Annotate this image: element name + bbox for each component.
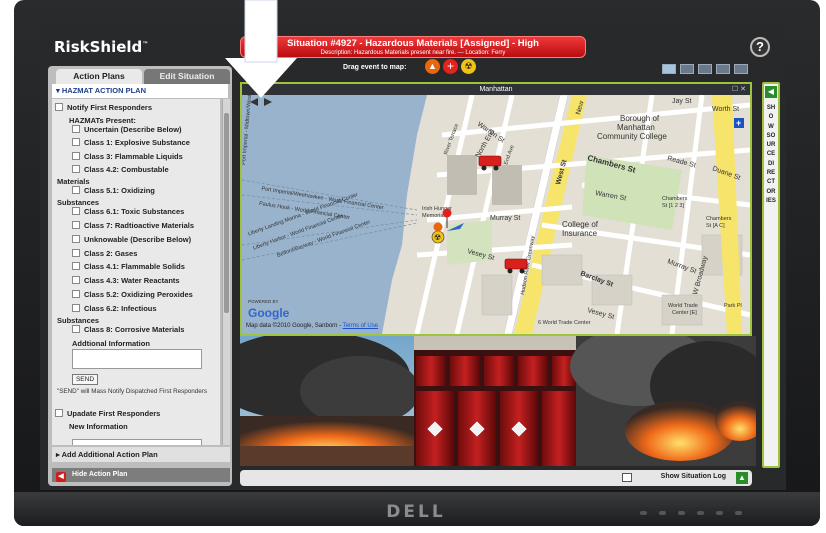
- map-window-controls[interactable]: ☐ ✕: [732, 84, 746, 95]
- wrap-text: Materials: [57, 177, 90, 186]
- medical-cross-icon[interactable]: +: [443, 59, 458, 74]
- layout-5-icon[interactable]: [734, 64, 748, 74]
- drag-event-icons: ▲ + ☢: [425, 59, 476, 74]
- station-label: St [1 2 3]: [662, 203, 684, 209]
- station-label: St [A C]: [706, 223, 725, 229]
- hazmat-item[interactable]: Class 8: Corrosive Materials: [72, 325, 184, 334]
- drag-event-label: Drag event to map:: [343, 64, 407, 71]
- place-label: Community College: [597, 132, 667, 141]
- situation-log-label: Show Situation Log: [660, 473, 726, 480]
- dell-logo: DELL: [386, 502, 446, 522]
- google-logo: Google: [248, 306, 290, 320]
- photo-strip: [240, 336, 756, 466]
- hazmat-item[interactable]: Class 7: Radtioactive Materials: [72, 221, 194, 230]
- checkbox[interactable]: [55, 103, 63, 111]
- app-logo: RiskShield™: [54, 38, 149, 56]
- layout-3-icon[interactable]: [698, 64, 712, 74]
- arrow-left-icon: ◀: [56, 472, 66, 482]
- notify-row[interactable]: Notify First Responders: [55, 103, 152, 112]
- send-button[interactable]: SEND: [72, 374, 98, 385]
- place-label: Borough of: [620, 114, 660, 123]
- powered-by-label: POWERED BY: [248, 299, 279, 304]
- map-window[interactable]: Manhattan ☐ ✕ Port Imperial - Midtown/We…: [240, 82, 752, 336]
- street-label: Jay St: [672, 98, 692, 105]
- monitor-buttons: [640, 511, 742, 515]
- map-title: Manhattan: [242, 84, 750, 95]
- hazmat-item[interactable]: Class 5.2: Oxidizing Peroxides: [72, 290, 193, 299]
- hazmat-item[interactable]: Unknowable (Describe Below): [72, 235, 191, 244]
- station-label: Chambers: [706, 216, 732, 222]
- arrow-left-icon[interactable]: ◀: [765, 86, 777, 98]
- hazmat-item[interactable]: Class 4.3: Water Reactants: [72, 276, 180, 285]
- tab-action-plans[interactable]: Action Plans: [56, 69, 142, 84]
- new-info-label: New Information: [69, 422, 128, 431]
- place-label: Memorial: [422, 213, 445, 219]
- layout-2-icon[interactable]: [680, 64, 694, 74]
- terms-link[interactable]: Terms of Use: [343, 323, 378, 329]
- place-label: Insurance: [562, 229, 598, 238]
- additional-info-input[interactable]: [72, 349, 202, 369]
- street-label: Murray St: [490, 215, 520, 222]
- place-label: World Trade: [668, 303, 698, 309]
- plan-scrollbar[interactable]: [222, 99, 230, 445]
- hazmat-plan-header[interactable]: ▾ HAZMAT ACTION PLAN: [52, 84, 228, 98]
- wrap-text: Substances: [57, 198, 100, 207]
- place-label: 6 World Trade Center: [538, 320, 591, 326]
- scroll-thumb[interactable]: [224, 113, 229, 313]
- hazmat-item[interactable]: Class 4.2: Combustable: [72, 165, 169, 174]
- fire-icon[interactable]: ▲: [425, 59, 440, 74]
- map-data-credit: Map data ©2010 Google, Sanborn - Terms o…: [246, 323, 379, 329]
- hazmat-item[interactable]: Class 6.2: Infectious: [72, 304, 157, 313]
- help-button[interactable]: ?: [750, 37, 770, 57]
- layout-switcher: [662, 64, 748, 74]
- hazmat-item[interactable]: Class 2: Gases: [72, 249, 137, 258]
- arrow-up-icon[interactable]: ▲: [736, 472, 748, 484]
- app-screen: RiskShield™ Situation #4927 - Hazardous …: [40, 24, 786, 490]
- svg-text:☢: ☢: [434, 233, 441, 242]
- hazmat-item[interactable]: Class 5.1: Oxidizing: [72, 186, 155, 195]
- situation-log-bar[interactable]: Show Situation Log ▲: [240, 470, 752, 486]
- place-label: College of: [562, 220, 599, 229]
- additional-info-label: Addtional Information: [72, 339, 150, 348]
- layout-4-icon[interactable]: [716, 64, 730, 74]
- wrap-text: Substances: [57, 316, 100, 325]
- send-note: "SEND" will Mass Notify Dispatched First…: [57, 388, 208, 395]
- layout-1-icon[interactable]: [662, 64, 676, 74]
- plan-checklist: Notify First Responders HAZMATs Present:…: [52, 99, 220, 445]
- fire-marker-icon[interactable]: [433, 222, 443, 232]
- street-label: Worth St: [712, 106, 739, 113]
- hazmat-item[interactable]: Uncertain (Describe Below): [72, 125, 182, 134]
- source-directories-label: SHOW SOURCE DIRECTORIES: [766, 105, 776, 204]
- update-row[interactable]: Upadate First Responders: [55, 409, 160, 418]
- tab-edit-situation[interactable]: Edit Situation: [144, 69, 230, 84]
- situation-photos[interactable]: [240, 336, 756, 466]
- radiation-icon[interactable]: ☢: [461, 59, 476, 74]
- hazmat-item[interactable]: Class 6.1: Toxic Substances: [72, 207, 184, 216]
- street-label: Park Pl: [724, 303, 742, 309]
- hide-action-plan-button[interactable]: ◀ Hide Action Plan: [52, 468, 230, 482]
- svg-text:+: +: [736, 118, 741, 128]
- hazmat-item[interactable]: Class 3: Flammable Liquids: [72, 152, 183, 161]
- down-arrow-icon: [225, 0, 297, 98]
- map-canvas[interactable]: Port Imperial - Midtown/West 39th Port I…: [242, 95, 750, 334]
- place-label: Center [E]: [672, 310, 697, 316]
- log-document-icon: [622, 473, 632, 482]
- place-label: Manhattan: [617, 123, 655, 132]
- add-additional-plan-button[interactable]: ▸ Add Additional Action Plan: [52, 447, 230, 462]
- hazmat-item[interactable]: Class 1: Explosive Substance: [72, 138, 190, 147]
- station-label: Chambers: [662, 196, 688, 202]
- new-info-input[interactable]: [72, 439, 202, 445]
- action-plan-panel: Action Plans Edit Situation ▾ HAZMAT ACT…: [48, 66, 232, 486]
- hazmats-heading: HAZMATs Present:: [69, 116, 136, 125]
- source-directories-panel[interactable]: ◀ SHOW SOURCE DIRECTORIES: [762, 82, 780, 468]
- hazmat-item[interactable]: Class 4.1: Flammable Solids: [72, 262, 185, 271]
